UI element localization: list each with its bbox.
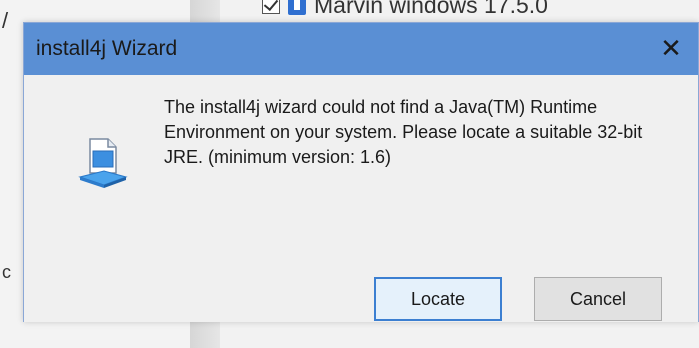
close-icon[interactable]: ✕: [654, 31, 688, 65]
app-icon: [288, 0, 306, 15]
dialog-content: The install4j wizard could not find a Ja…: [24, 75, 698, 322]
install4j-dialog: install4j Wizard ✕ The install4j wizard …: [23, 22, 699, 322]
background-text-fragment: c: [2, 262, 11, 282]
installer-document-icon: [78, 138, 128, 188]
locate-button[interactable]: Locate: [374, 277, 502, 321]
cancel-button[interactable]: Cancel: [534, 277, 662, 321]
background-text-fragment: /: [2, 8, 9, 33]
dialog-message: The install4j wizard could not find a Ja…: [164, 97, 643, 167]
background-item-label: Marvin windows 17.5.0: [314, 0, 548, 18]
dialog-titlebar[interactable]: install4j Wizard ✕: [24, 23, 698, 75]
dialog-title: install4j Wizard: [36, 37, 178, 60]
background-list-item[interactable]: Marvin windows 17.5.0: [262, 0, 548, 20]
checkbox-checked-icon[interactable]: [262, 0, 280, 14]
